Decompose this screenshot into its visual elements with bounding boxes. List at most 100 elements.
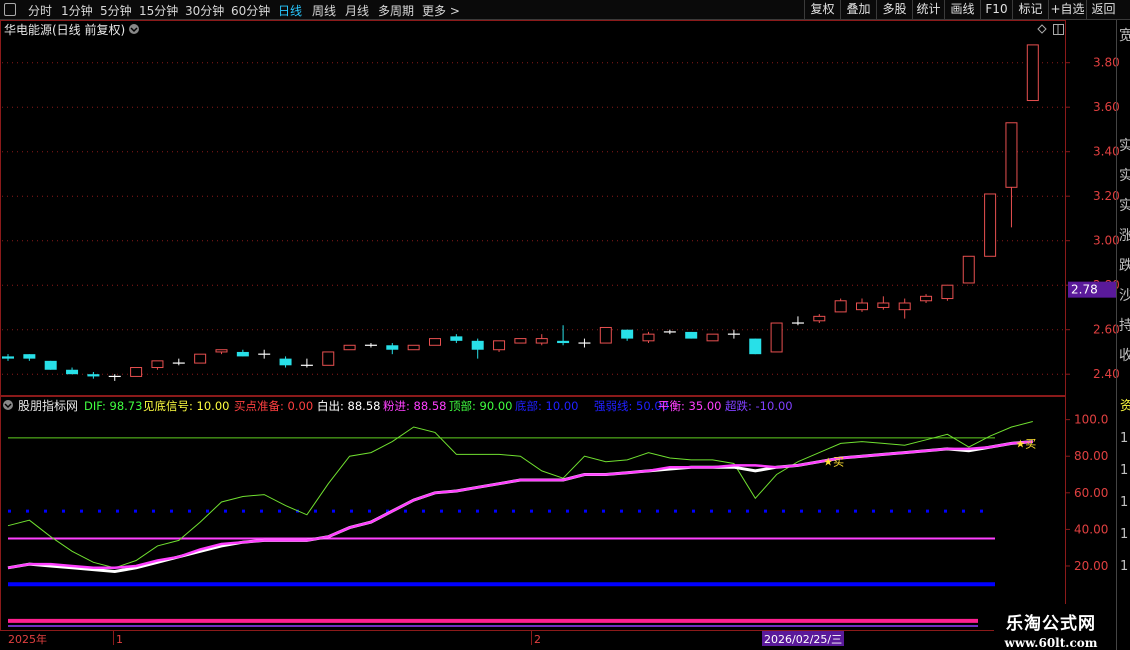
- indicator-legend-item: 超跌: -10.00: [725, 399, 793, 413]
- candle-up: [642, 333, 655, 342]
- price-panel-frame: [0, 20, 1066, 396]
- right-strip-glyph: 沙: [1119, 288, 1130, 304]
- candle-up: [770, 322, 783, 353]
- candle-down: [87, 374, 100, 377]
- candle-up: [984, 193, 997, 257]
- buy-signal-label: ★买: [823, 456, 844, 469]
- candle-down: [749, 338, 762, 355]
- indicator-legend-item: 买点准备: 0.00: [234, 399, 313, 413]
- timeline-year-label: 2025年: [8, 632, 47, 646]
- indicator-strip-glyph: 1: [1120, 495, 1128, 510]
- buy-signal-label: ★买: [1015, 437, 1036, 450]
- right-strip-glyph: 跌: [1119, 258, 1130, 274]
- timeline-month-label: 2: [534, 633, 541, 646]
- indicator-strip-glyph: 1: [1120, 463, 1128, 478]
- right-strip-glyph: 实: [1119, 138, 1130, 154]
- candle-up: [898, 302, 911, 311]
- indicator-tick-label: 60.00: [1074, 486, 1108, 500]
- price-tick-label: 2.40: [1093, 367, 1120, 381]
- price-tick-label: 3.80: [1093, 56, 1120, 70]
- chart-canvas[interactable]: 3.803.603.403.203.002.802.602.402.78 ★买★…: [0, 0, 1130, 650]
- candle-up: [941, 284, 954, 300]
- candle-down: [66, 369, 79, 375]
- stock-chart-app: 分时 1分钟 5分钟 15分钟 30分钟 60分钟 日线 周线 月线 多周期 更…: [0, 0, 1130, 650]
- candle-down: [450, 336, 463, 341]
- candle-down: [44, 360, 57, 370]
- candle-up: [920, 295, 933, 302]
- indicator-strip-glyph: 1: [1120, 431, 1128, 446]
- price-tick-label: 3.20: [1093, 189, 1120, 203]
- candle-down: [557, 340, 570, 344]
- watermark-title: 乐淘公式网: [1006, 614, 1096, 634]
- candle-up: [813, 315, 826, 322]
- stock-title: 华电能源(日线 前复权): [4, 22, 125, 37]
- indicator-tick-label: 80.00: [1074, 449, 1108, 463]
- candle-up: [514, 338, 527, 344]
- indicator-tick-label: 40.00: [1074, 522, 1108, 536]
- indicator-strip-glyph: 资: [1120, 399, 1130, 414]
- indicator-name: 股朋指标网: [18, 398, 78, 413]
- indicator-dropdown-icon: [3, 400, 13, 410]
- indicator-strip-glyph: 1: [1120, 559, 1128, 574]
- current-price-label: 2.78: [1071, 283, 1098, 297]
- candle-up: [130, 367, 143, 377]
- candle-down: [279, 358, 292, 366]
- candle-up: [407, 344, 420, 351]
- watermark-url: www.60lt.com: [1004, 636, 1098, 650]
- indicator-legend-item: 见底信号: 10.00: [143, 399, 229, 413]
- indicator-tick-label: 20.00: [1074, 559, 1108, 573]
- indicator-tick-label: 100.0: [1074, 413, 1108, 427]
- candle-up: [215, 349, 228, 353]
- candle-down: [23, 354, 36, 359]
- candle-up: [194, 353, 207, 364]
- right-strip-glyph: 宽: [1119, 27, 1130, 44]
- price-gridlines: [2, 62, 1065, 375]
- pink-in-line: [7, 440, 1033, 570]
- right-strip-glyph: 持: [1119, 318, 1130, 334]
- indicator-legend-item: 底部: 10.00: [515, 399, 578, 413]
- price-tick-label: 3.40: [1093, 145, 1120, 159]
- right-strip-glyph: 实: [1119, 168, 1130, 184]
- price-tick-label: 2.60: [1093, 323, 1120, 337]
- candle-up: [322, 351, 335, 366]
- indicator-axis: 100.0 80.00 60.00 40.00 20.00: [1065, 413, 1108, 573]
- candle-up: [343, 344, 356, 351]
- title-dropdown-icon: [129, 24, 139, 34]
- indicator-legend-item: 粉进: 88.58: [383, 399, 446, 413]
- diamond-icon: [1037, 24, 1047, 34]
- indicator-legend-item: DIF: 98.73: [84, 399, 142, 413]
- white-out-line: [7, 440, 1033, 574]
- timeline-cursor-date: 2026/02/25/三: [764, 633, 842, 646]
- right-strip-glyph: 实: [1119, 198, 1130, 214]
- price-tick-label: 3.60: [1093, 100, 1120, 114]
- candle-up: [834, 300, 847, 313]
- candle-up: [1026, 44, 1039, 102]
- candle-up: [151, 360, 164, 369]
- timeline-month-label: 1: [116, 633, 123, 646]
- indicator-legend-item: 顶部: 90.00: [449, 399, 512, 413]
- candle-down: [386, 345, 399, 350]
- chart-chrome: 华电能源(日线 前复权)实实实涨跌沙持收宽资111112025年 1 2 2026/0…: [0, 20, 1130, 650]
- candle-up: [877, 302, 890, 308]
- price-tick-label: 3.00: [1093, 234, 1120, 248]
- candle-up: [1005, 122, 1018, 188]
- candle-up: [493, 340, 506, 351]
- dif-line: [7, 421, 1033, 569]
- indicator-legend-item: 白出: 88.58: [317, 399, 380, 413]
- right-strip-glyph: 收: [1119, 348, 1130, 364]
- candle-down: [621, 329, 634, 339]
- watermark: 乐淘公式网 www.60lt.com: [994, 604, 1108, 650]
- candle-up: [429, 338, 441, 346]
- candle-up: [962, 255, 975, 284]
- candle-down: [236, 351, 249, 357]
- candle-down: [471, 340, 484, 350]
- candle-up: [706, 333, 719, 342]
- price-axis: 3.803.603.403.203.002.802.602.402.78: [1065, 56, 1120, 381]
- indicator-strip-glyph: 1: [1120, 527, 1128, 542]
- candle-up: [599, 326, 612, 344]
- indicator-legend: 股朋指标网 DIF: 98.73 见底信号: 10.00 买点准备: 0.00 白出: …: [3, 398, 793, 413]
- indicator-lines: ★买 ★买: [7, 421, 1036, 627]
- candle-down: [685, 331, 698, 339]
- indicator-panel-frame: [0, 396, 1066, 631]
- candle-down: [2, 356, 14, 359]
